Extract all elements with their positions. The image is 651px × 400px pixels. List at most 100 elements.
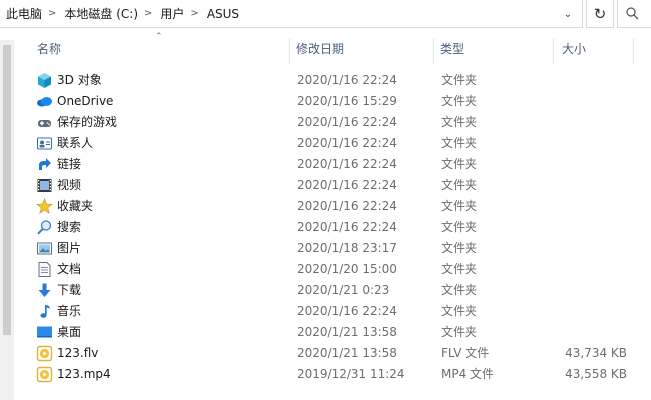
address-dropdown-icon[interactable]: ⌄: [558, 6, 578, 22]
file-type: MP4 文件: [441, 367, 495, 381]
desktop-icon: [36, 324, 53, 341]
documents-icon: [36, 261, 53, 278]
scrollbar-thumb[interactable]: [3, 45, 11, 335]
file-row[interactable]: 桌面 2020/1/21 13:58 文件夹: [30, 322, 651, 343]
file-name: 保存的游戏: [57, 115, 118, 129]
file-row[interactable]: 搜索 2020/1/16 22:24 文件夹: [30, 217, 651, 238]
column-divider[interactable]: [633, 38, 634, 64]
file-size: 43,734 KB: [565, 346, 627, 360]
breadcrumb-drive-c[interactable]: 本地磁盘 (C:): [58, 5, 142, 22]
file-type: 文件夹: [441, 115, 478, 129]
file-row[interactable]: 123.mp4 2019/12/31 11:24 MP4 文件 43,558 KB: [30, 364, 651, 385]
file-type: 文件夹: [441, 73, 478, 87]
file-size: [550, 70, 627, 91]
file-size: [550, 280, 627, 301]
search-icon: [626, 7, 639, 20]
file-date: 2020/1/16 22:24: [297, 157, 397, 171]
file-size: [550, 217, 627, 238]
file-name: OneDrive: [57, 94, 114, 108]
column-divider[interactable]: [289, 38, 290, 64]
3d-objects-icon: [36, 72, 53, 89]
file-name: 3D 对象: [57, 73, 102, 87]
file-date: 2020/1/21 13:58: [297, 346, 397, 360]
file-size: [550, 301, 627, 322]
file-name: 音乐: [57, 304, 82, 318]
file-type: 文件夹: [441, 178, 478, 192]
file-date: 2020/1/21 13:58: [297, 325, 397, 339]
file-type: FLV 文件: [441, 346, 490, 360]
file-date: 2020/1/16 22:24: [297, 178, 397, 192]
file-date: 2020/1/16 22:24: [297, 136, 397, 150]
file-row[interactable]: 视频 2020/1/16 22:24 文件夹: [30, 175, 651, 196]
refresh-icon[interactable]: ↻: [586, 0, 614, 28]
column-header-size[interactable]: 大小: [562, 38, 586, 60]
file-size: [550, 238, 627, 259]
navigation-pane-scrollbar[interactable]: [0, 40, 14, 400]
favorites-icon: [36, 198, 53, 215]
file-row[interactable]: 下载 2020/1/21 0:23 文件夹: [30, 280, 651, 301]
file-date: 2020/1/16 22:24: [297, 73, 397, 87]
address-bar[interactable]: 此电脑 > 本地磁盘 (C:) > 用户 > ASUS: [0, 0, 583, 28]
search-input[interactable]: [617, 0, 651, 28]
video-file-icon: [36, 366, 53, 383]
file-row[interactable]: OneDrive 2020/1/16 15:29 文件夹: [30, 91, 651, 112]
music-icon: [36, 303, 53, 320]
file-date: 2020/1/16 22:24: [297, 220, 397, 234]
column-divider[interactable]: [433, 38, 434, 64]
file-row[interactable]: 文档 2020/1/20 15:00 文件夹: [30, 259, 651, 280]
file-row[interactable]: 123.flv 2020/1/21 13:58 FLV 文件 43,734 KB: [30, 343, 651, 364]
file-date: 2019/12/31 11:24: [297, 367, 405, 381]
file-date: 2020/1/16 22:24: [297, 304, 397, 318]
file-row[interactable]: 图片 2020/1/18 23:17 文件夹: [30, 238, 651, 259]
file-name: 123.mp4: [57, 367, 111, 381]
file-row[interactable]: 音乐 2020/1/16 22:24 文件夹: [30, 301, 651, 322]
onedrive-icon: [36, 93, 53, 110]
file-size: [550, 196, 627, 217]
file-row[interactable]: 保存的游戏 2020/1/16 22:24 文件夹: [30, 112, 651, 133]
breadcrumb-this-pc[interactable]: 此电脑: [0, 5, 46, 22]
links-icon: [36, 156, 53, 173]
file-date: 2020/1/18 23:17: [297, 241, 397, 255]
videos-icon: [36, 177, 53, 194]
file-type: 文件夹: [441, 325, 478, 339]
file-name: 下载: [57, 283, 82, 297]
breadcrumb-users[interactable]: 用户: [154, 5, 188, 22]
file-type: 文件夹: [441, 304, 478, 318]
column-header-date[interactable]: 修改日期: [296, 38, 344, 60]
file-size: [550, 112, 627, 133]
file-date: 2020/1/21 0:23: [297, 283, 390, 297]
file-size: [550, 91, 627, 112]
file-name: 桌面: [57, 325, 82, 339]
column-header-name[interactable]: 名称: [37, 38, 61, 60]
breadcrumb-asus[interactable]: ASUS: [201, 7, 243, 21]
searches-icon: [36, 219, 53, 236]
chevron-right-icon[interactable]: >: [142, 8, 154, 19]
pictures-icon: [36, 240, 53, 257]
file-name: 链接: [57, 157, 82, 171]
file-name: 文档: [57, 262, 82, 276]
column-header-type[interactable]: 类型: [440, 38, 464, 60]
file-type: 文件夹: [441, 136, 478, 150]
file-row[interactable]: 链接 2020/1/16 22:24 文件夹: [30, 154, 651, 175]
address-bar-row: 此电脑 > 本地磁盘 (C:) > 用户 > ASUS ⌄ ↻: [0, 0, 651, 30]
file-size: [550, 175, 627, 196]
file-type: 文件夹: [441, 241, 478, 255]
file-name: 收藏夹: [57, 199, 94, 213]
file-date: 2020/1/16 22:24: [297, 199, 397, 213]
file-type: 文件夹: [441, 94, 478, 108]
file-size: [550, 322, 627, 343]
chevron-right-icon[interactable]: >: [46, 8, 58, 19]
file-row[interactable]: 联系人 2020/1/16 22:24 文件夹: [30, 133, 651, 154]
file-name: 搜索: [57, 220, 82, 234]
file-name: 联系人: [57, 136, 94, 150]
file-name: 视频: [57, 178, 82, 192]
file-type: 文件夹: [441, 262, 478, 276]
file-row[interactable]: 3D 对象 2020/1/16 22:24 文件夹: [30, 70, 651, 91]
file-type: 文件夹: [441, 157, 478, 171]
sort-ascending-icon: ⌃: [155, 32, 163, 42]
column-divider[interactable]: [553, 38, 554, 64]
file-row[interactable]: 收藏夹 2020/1/16 22:24 文件夹: [30, 196, 651, 217]
chevron-right-icon[interactable]: >: [188, 8, 200, 19]
file-size: 43,558 KB: [565, 367, 627, 381]
file-date: 2020/1/20 15:00: [297, 262, 397, 276]
